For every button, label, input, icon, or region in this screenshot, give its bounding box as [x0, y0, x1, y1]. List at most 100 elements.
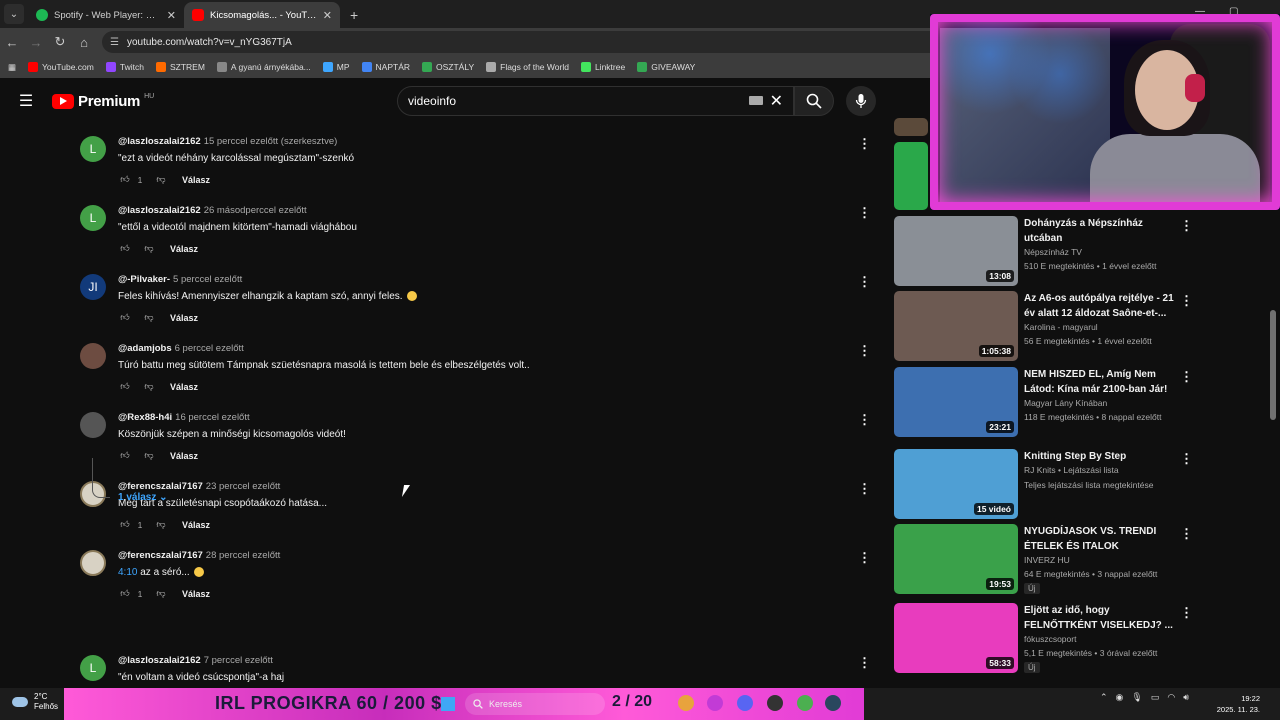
- wifi-icon[interactable]: ◠: [1167, 692, 1175, 703]
- video-thumbnail[interactable]: 1:05:38: [894, 291, 1018, 361]
- bookmark-mp[interactable]: MP: [322, 62, 350, 72]
- video-thumbnail[interactable]: [894, 118, 928, 136]
- browser-icon[interactable]: [797, 695, 813, 711]
- video-title[interactable]: Dohányzás a Népszínház utcában: [1024, 216, 1174, 246]
- more-options-icon[interactable]: ⋮: [1180, 293, 1193, 309]
- steam-icon[interactable]: [825, 695, 841, 711]
- bookmark-naptar[interactable]: NAPTÁR: [361, 62, 410, 72]
- like-icon[interactable]: 👍︎: [118, 174, 132, 185]
- comment-author[interactable]: @-Pilvaker-: [118, 274, 170, 285]
- comment-time[interactable]: 23 perccel ezelőtt: [206, 481, 280, 492]
- bookmark-linktree[interactable]: Linktree: [580, 62, 625, 72]
- more-options-icon[interactable]: ⋮: [1180, 369, 1193, 385]
- search-input[interactable]: videoinfo ✕: [397, 86, 794, 116]
- avatar[interactable]: JI: [80, 274, 106, 300]
- reply-button[interactable]: Válasz: [170, 451, 198, 461]
- playlist-thumbnail[interactable]: 15 videó: [894, 449, 1018, 519]
- comment-time[interactable]: 26 másodperccel ezelőtt: [204, 205, 307, 216]
- youtube-logo[interactable]: Premium HU: [52, 93, 154, 110]
- close-tab-icon[interactable]: ✕: [167, 9, 176, 22]
- video-title[interactable]: Knitting Step By Step: [1024, 449, 1174, 464]
- channel-name[interactable]: INVERZ HU: [1024, 555, 1070, 565]
- bookmark-osztaly[interactable]: OSZTÁLY: [422, 62, 474, 72]
- show-replies-button[interactable]: 1 válasz ⌄: [118, 492, 168, 503]
- video-title[interactable]: NYUGDÍJASOK VS. TRENDI ÉTELEK ÉS ITALOK: [1024, 524, 1174, 554]
- comment-author[interactable]: @ferencszalai7167: [118, 481, 203, 492]
- menu-icon[interactable]: ☰: [0, 91, 52, 111]
- like-icon[interactable]: 👍︎: [118, 243, 132, 254]
- obs-icon[interactable]: [767, 695, 783, 711]
- comment-author[interactable]: @laszloszalai2162: [118, 136, 201, 147]
- dislike-icon[interactable]: 👎︎: [142, 243, 156, 254]
- more-options-icon[interactable]: ⋮: [858, 274, 871, 290]
- more-options-icon[interactable]: ⋮: [1180, 451, 1193, 467]
- more-options-icon[interactable]: ⋮: [1180, 218, 1193, 234]
- reply-button[interactable]: Válasz: [182, 175, 210, 185]
- volume-icon[interactable]: 🔊︎: [1183, 692, 1189, 703]
- page-scrollbar[interactable]: [1270, 310, 1276, 420]
- channel-name[interactable]: fókuszcsoport: [1024, 634, 1076, 644]
- windows-start-icon[interactable]: [441, 697, 455, 711]
- microphone-icon[interactable]: 🎙︎: [1131, 692, 1142, 703]
- bookmark-twitch[interactable]: Twitch: [105, 62, 144, 72]
- discord-icon[interactable]: [737, 695, 753, 711]
- bookmark-sztrem[interactable]: SZTREM: [155, 62, 205, 72]
- video-thumbnail[interactable]: 19:53: [894, 524, 1018, 594]
- more-options-icon[interactable]: ⋮: [858, 343, 871, 359]
- channel-name[interactable]: RJ Knits • Lejátszási lista: [1024, 465, 1119, 475]
- comment-author[interactable]: @ferencszalai7167: [118, 550, 203, 561]
- more-options-icon[interactable]: ⋮: [1180, 605, 1193, 621]
- bookmark-gyanu[interactable]: A gyanú árnyékába...: [216, 62, 311, 72]
- channel-name[interactable]: Karolina - magyarul: [1024, 322, 1098, 332]
- comment-time[interactable]: 28 perccel ezelőtt: [206, 550, 280, 561]
- tab-spotify[interactable]: Spotify - Web Player: Music for... ✕: [28, 2, 184, 28]
- taskbar-search[interactable]: Keresés: [465, 693, 605, 715]
- like-icon[interactable]: 👍︎: [118, 381, 132, 392]
- site-info-icon[interactable]: ☰: [110, 37, 119, 48]
- app-icon[interactable]: [707, 695, 723, 711]
- video-title[interactable]: Az A6-os autópálya rejtélye - 21 év alat…: [1024, 291, 1174, 321]
- bookmark-flags[interactable]: Flags of the World: [486, 62, 569, 72]
- recommended-playlist[interactable]: 15 videó Knitting Step By Step RJ Knits …: [894, 449, 1194, 519]
- video-thumbnail[interactable]: 23:21: [894, 367, 1018, 437]
- clear-search-icon[interactable]: ✕: [770, 91, 783, 111]
- search-button[interactable]: [794, 86, 834, 116]
- more-options-icon[interactable]: ⋮: [858, 412, 871, 428]
- tab-youtube[interactable]: Kicsomagolás... - YouTube ✕: [184, 2, 340, 28]
- channel-name[interactable]: Népszínház TV: [1024, 247, 1082, 257]
- new-tab-button[interactable]: +: [350, 7, 358, 23]
- back-icon[interactable]: ←: [0, 35, 24, 50]
- close-tab-icon[interactable]: ✕: [323, 9, 332, 22]
- comment-author[interactable]: @laszloszalai2162: [118, 205, 201, 216]
- recommended-video[interactable]: 58:33 Eljött az idő, hogy FELNŐTTKÉNT VI…: [894, 603, 1194, 673]
- bookmark-youtube[interactable]: YouTube.com: [28, 62, 94, 72]
- comment-author[interactable]: @laszloszalai2162: [118, 655, 201, 666]
- avatar[interactable]: [80, 343, 106, 369]
- recommended-video[interactable]: 1:05:38 Az A6-os autópálya rejtélye - 21…: [894, 291, 1194, 361]
- forward-icon[interactable]: →: [24, 35, 48, 50]
- dislike-icon[interactable]: 👎︎: [154, 588, 168, 599]
- keyboard-icon[interactable]: [749, 96, 763, 105]
- avatar[interactable]: L: [80, 655, 106, 681]
- comment-time[interactable]: 15 perccel ezelőtt (szerkesztve): [204, 136, 338, 147]
- more-options-icon[interactable]: ⋮: [858, 550, 871, 566]
- avatar[interactable]: L: [80, 136, 106, 162]
- dislike-icon[interactable]: 👎︎: [142, 312, 156, 323]
- chrome-icon[interactable]: [678, 695, 694, 711]
- dislike-icon[interactable]: 👎︎: [142, 450, 156, 461]
- avatar[interactable]: [80, 550, 106, 576]
- more-options-icon[interactable]: ⋮: [858, 136, 871, 152]
- comment-time[interactable]: 16 perccel ezelőtt: [175, 412, 249, 423]
- apps-icon[interactable]: ▦: [8, 62, 16, 73]
- dislike-icon[interactable]: 👎︎: [142, 381, 156, 392]
- more-options-icon[interactable]: ⋮: [858, 481, 871, 497]
- video-title[interactable]: NEM HISZED EL, Amíg Nem Látod: Kína már …: [1024, 367, 1174, 397]
- reply-button[interactable]: Válasz: [170, 313, 198, 323]
- reload-icon[interactable]: ↻: [48, 34, 72, 50]
- video-thumbnail[interactable]: [894, 142, 928, 210]
- recommended-video[interactable]: 19:53 NYUGDÍJASOK VS. TRENDI ÉTELEK ÉS I…: [894, 524, 1194, 594]
- comment-author[interactable]: @Rex88-h4i: [118, 412, 172, 423]
- like-icon[interactable]: 👍︎: [118, 588, 132, 599]
- comment-time[interactable]: 5 perccel ezelőtt: [173, 274, 242, 285]
- like-icon[interactable]: 👍︎: [118, 312, 132, 323]
